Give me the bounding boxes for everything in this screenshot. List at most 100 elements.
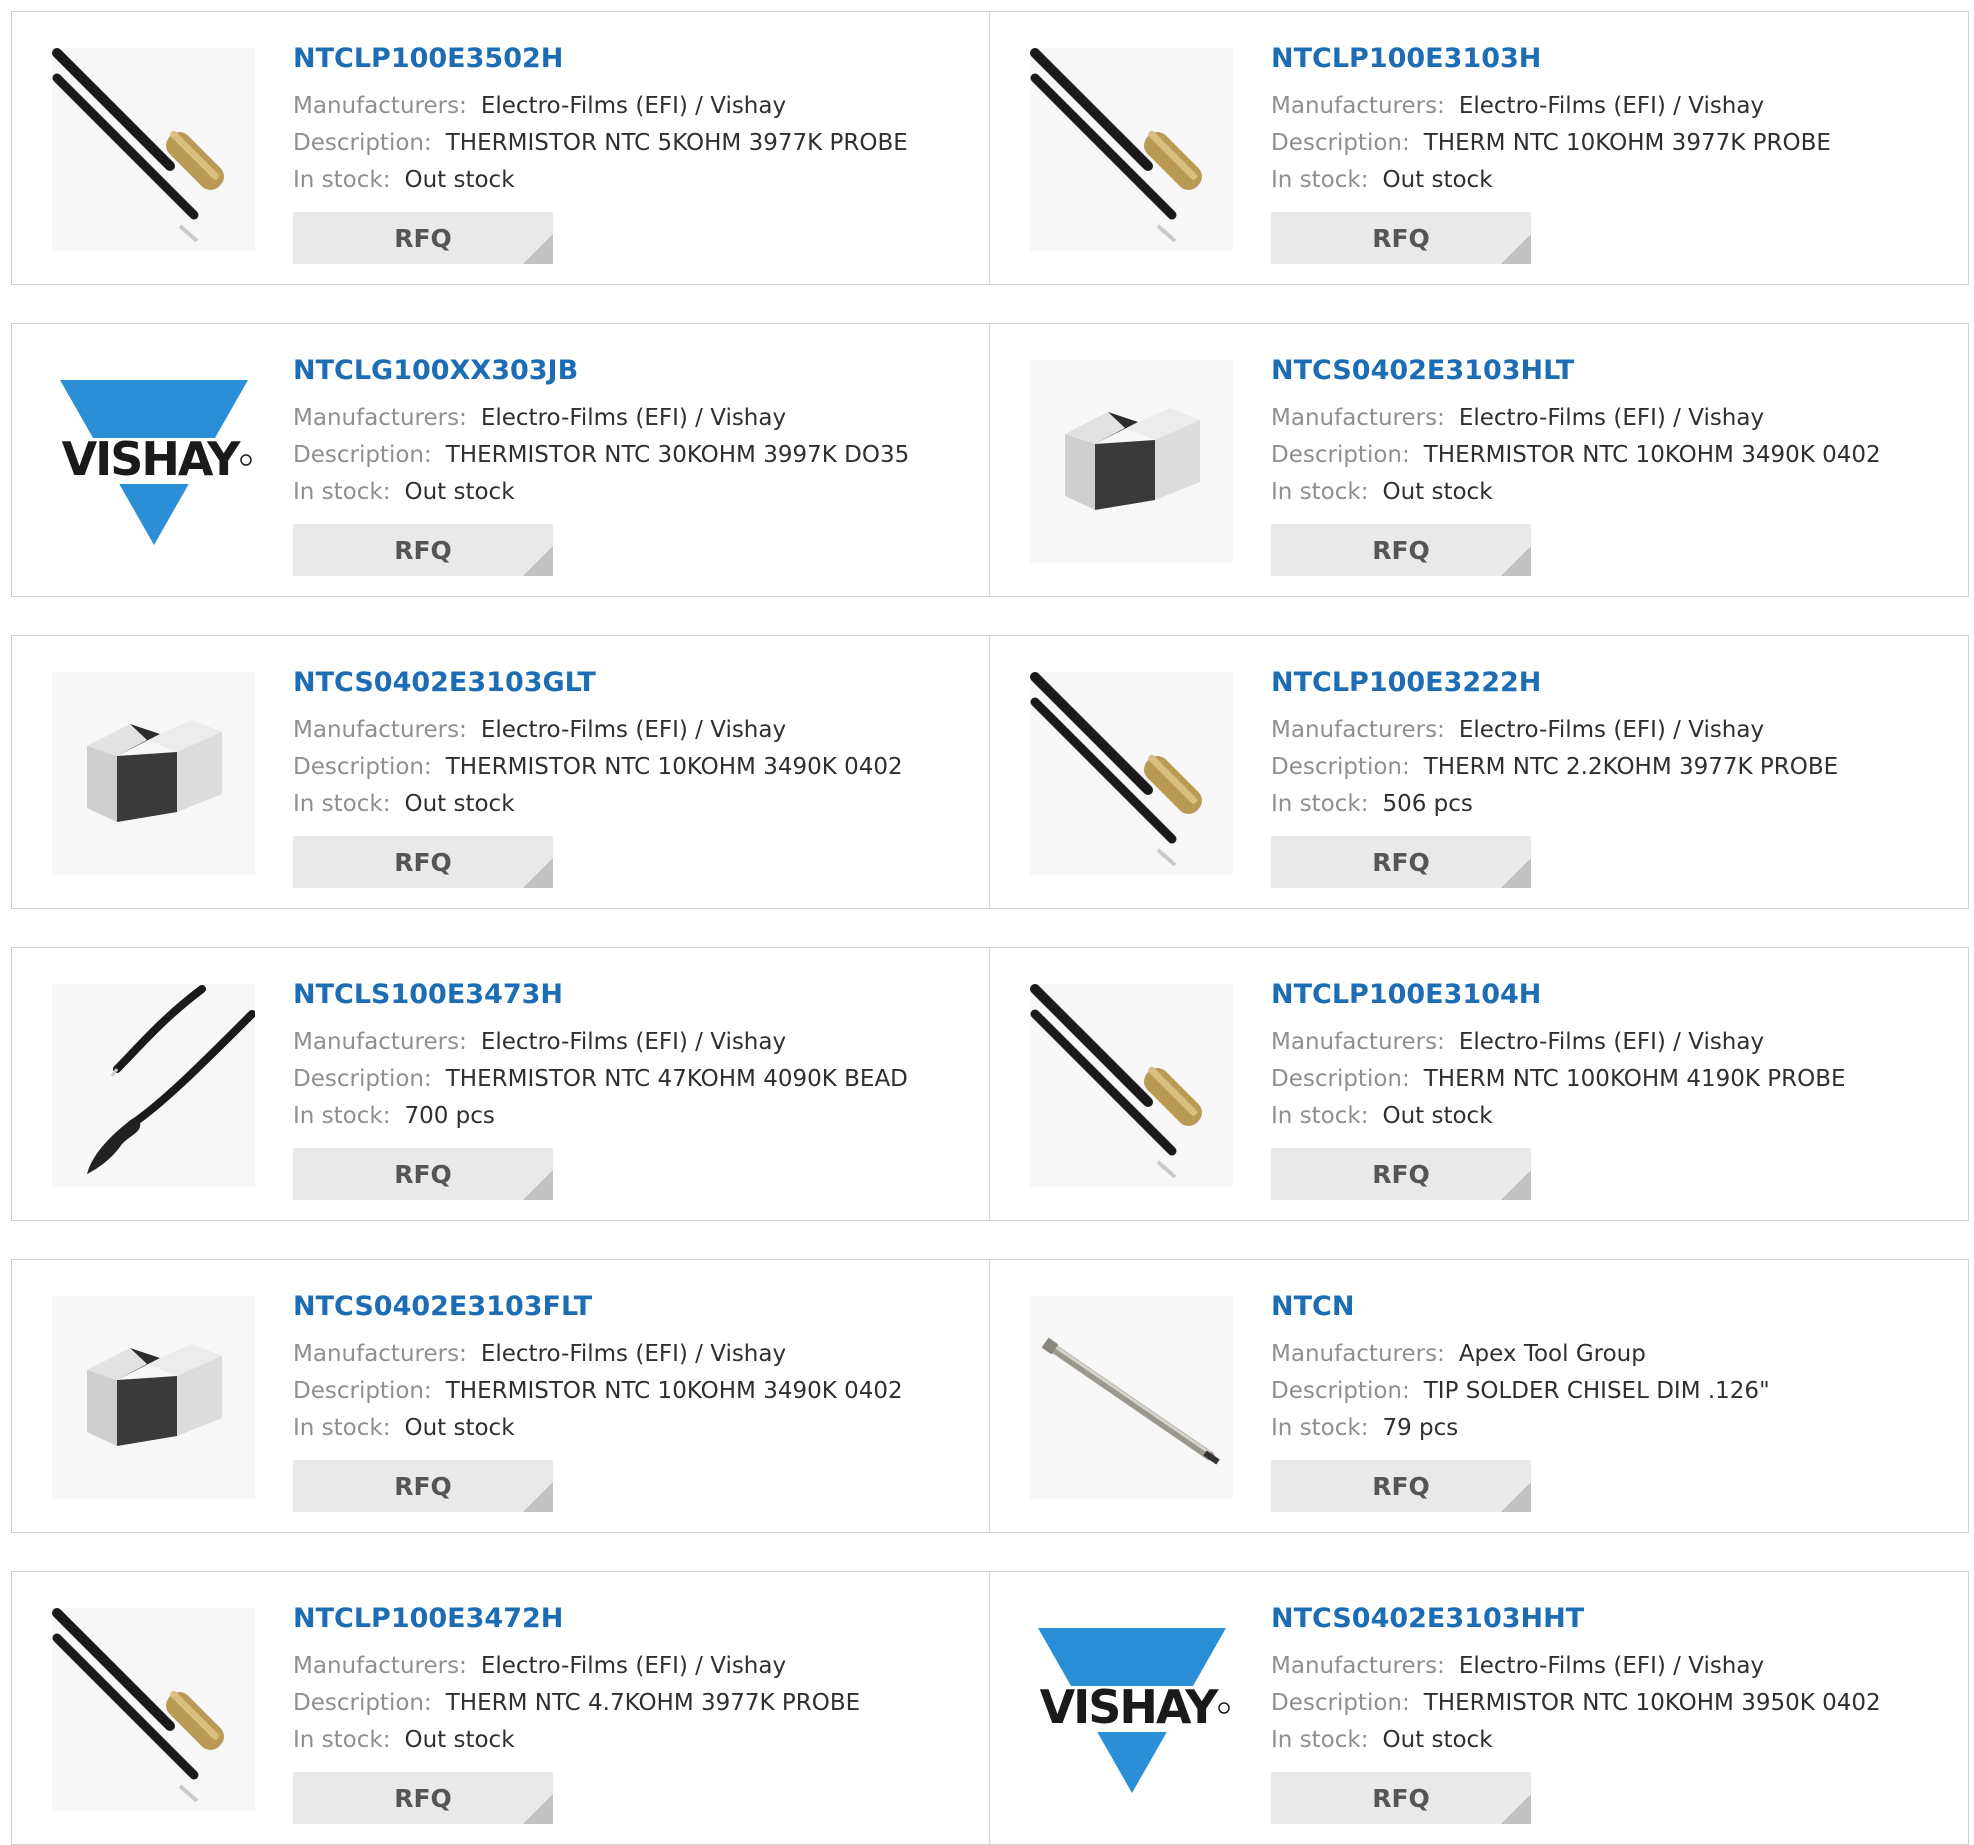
stock-value: 700 pcs — [404, 1103, 495, 1129]
stock-value: Out stock — [404, 479, 515, 505]
manufacturer-value: Electro-Films (EFI) / Vishay — [480, 1653, 787, 1679]
rfq-button[interactable]: RFQ — [1271, 1460, 1531, 1512]
product-image[interactable] — [52, 48, 255, 251]
product-info: NTCS0402E3103HLT Manufacturers: Electro-F… — [1271, 354, 1948, 511]
product-image[interactable] — [1030, 48, 1233, 251]
rfq-button[interactable]: RFQ — [1271, 836, 1531, 888]
stock-value: Out stock — [1382, 1103, 1493, 1129]
product-info: NTCS0402E3103HHT Manufacturers: Electro-F… — [1271, 1602, 1948, 1759]
stock-value: Out stock — [404, 1727, 515, 1753]
manufacturer-label: Manufacturers: — [1271, 405, 1445, 431]
manufacturer-label: Manufacturers: — [1271, 717, 1445, 743]
stock-label: In stock: — [1271, 167, 1369, 193]
description-row: Description: THERM NTC 4.7KOHM 3977K PROB… — [293, 1685, 969, 1722]
product-image[interactable]: VISHAY — [1030, 1608, 1233, 1811]
rfq-button[interactable]: RFQ — [1271, 524, 1531, 576]
rfq-button[interactable]: RFQ — [293, 1148, 553, 1200]
product-info: NTCS0402E3103FLT Manufacturers: Electro-F… — [293, 1290, 969, 1447]
stock-label: In stock: — [1271, 1727, 1369, 1753]
stock-row: In stock: 506 pcs — [1271, 786, 1948, 823]
rfq-button[interactable]: RFQ — [293, 524, 553, 576]
part-number-link[interactable]: NTCLS100E3473H — [293, 978, 969, 1012]
description-label: Description: — [1271, 442, 1410, 468]
part-number-link[interactable]: NTCS0402E3103GLT — [293, 666, 969, 700]
manufacturer-value: Electro-Films (EFI) / Vishay — [1458, 93, 1765, 119]
manufacturer-value: Electro-Films (EFI) / Vishay — [1458, 1029, 1765, 1055]
rfq-button[interactable]: RFQ — [293, 1460, 553, 1512]
stock-row: In stock: Out stock — [1271, 474, 1948, 511]
description-value: THERM NTC 4.7KOHM 3977K PROBE — [445, 1690, 861, 1716]
manufacturer-label: Manufacturers: — [1271, 1341, 1445, 1367]
part-number-link[interactable]: NTCS0402E3103HLT — [1271, 354, 1948, 388]
product-image[interactable] — [1030, 1296, 1233, 1499]
product-info: NTCS0402E3103GLT Manufacturers: Electro-F… — [293, 666, 969, 823]
product-card: VISHAY NTCS0402E3103HHT Manufacturers: El… — [990, 1571, 1969, 1845]
stock-value: 79 pcs — [1382, 1415, 1459, 1441]
description-row: Description: THERMISTOR NTC 47KOHM 4090K … — [293, 1061, 969, 1098]
product-image[interactable] — [1030, 672, 1233, 875]
rfq-button[interactable]: RFQ — [1271, 212, 1531, 264]
manufacturer-value: Electro-Films (EFI) / Vishay — [480, 405, 787, 431]
description-label: Description: — [1271, 1378, 1410, 1404]
stock-value: Out stock — [1382, 167, 1493, 193]
product-image[interactable] — [52, 1296, 255, 1499]
product-image[interactable] — [52, 1608, 255, 1811]
stock-row: In stock: Out stock — [293, 162, 969, 199]
rfq-button[interactable]: RFQ — [293, 212, 553, 264]
part-number-link[interactable]: NTCLP100E3502H — [293, 42, 969, 76]
rfq-button[interactable]: RFQ — [1271, 1772, 1531, 1824]
rfq-button[interactable]: RFQ — [1271, 1148, 1531, 1200]
probe-sensor-icon — [52, 1608, 224, 1803]
part-number-link[interactable]: NTCLP100E3104H — [1271, 978, 1948, 1012]
part-number-link[interactable]: NTCLP100E3472H — [293, 1602, 969, 1636]
solder-tip-icon — [1041, 1337, 1220, 1465]
manufacturer-label: Manufacturers: — [293, 1029, 467, 1055]
stock-row: In stock: Out stock — [293, 786, 969, 823]
part-number-link[interactable]: NTCLG100XX303JB — [293, 354, 969, 388]
description-value: THERMISTOR NTC 10KOHM 3490K 0402 — [1423, 442, 1881, 468]
stock-label: In stock: — [293, 479, 391, 505]
manufacturer-row: Manufacturers: Electro-Films (EFI) / Vish… — [1271, 1648, 1948, 1685]
rfq-button[interactable]: RFQ — [293, 836, 553, 888]
description-label: Description: — [293, 1066, 432, 1092]
product-card: NTCLS100E3473H Manufacturers: Electro-Fil… — [11, 947, 990, 1221]
vishay-logo: VISHAY — [52, 360, 255, 563]
product-info: NTCLP100E3103H Manufacturers: Electro-Fil… — [1271, 42, 1948, 199]
description-label: Description: — [1271, 130, 1410, 156]
product-card: NTCLP100E3472H Manufacturers: Electro-Fil… — [11, 1571, 990, 1845]
stock-label: In stock: — [293, 167, 391, 193]
stock-row: In stock: 79 pcs — [1271, 1410, 1948, 1447]
description-row: Description: THERM NTC 100KOHM 4190K PROB… — [1271, 1061, 1948, 1098]
product-info: NTCLP100E3222H Manufacturers: Electro-Fil… — [1271, 666, 1948, 823]
description-row: Description: THERMISTOR NTC 10KOHM 3490K … — [293, 1373, 969, 1410]
manufacturer-row: Manufacturers: Electro-Films (EFI) / Vish… — [293, 400, 969, 437]
manufacturer-label: Manufacturers: — [293, 93, 467, 119]
manufacturer-row: Manufacturers: Electro-Films (EFI) / Vish… — [293, 712, 969, 749]
stock-label: In stock: — [293, 791, 391, 817]
part-number-link[interactable]: NTCLP100E3103H — [1271, 42, 1948, 76]
manufacturer-value: Electro-Films (EFI) / Vishay — [480, 1341, 787, 1367]
probe-sensor-icon — [1030, 984, 1202, 1179]
product-image[interactable]: VISHAY — [52, 360, 255, 563]
product-image[interactable] — [1030, 360, 1233, 563]
stock-value: 506 pcs — [1382, 791, 1473, 817]
part-number-link[interactable]: NTCS0402E3103HHT — [1271, 1602, 1948, 1636]
product-info: NTCLP100E3104H Manufacturers: Electro-Fil… — [1271, 978, 1948, 1135]
stock-value: Out stock — [1382, 479, 1493, 505]
product-image[interactable] — [52, 984, 255, 1187]
part-number-link[interactable]: NTCS0402E3103FLT — [293, 1290, 969, 1324]
description-row: Description: THERMISTOR NTC 5KOHM 3977K P… — [293, 125, 969, 162]
manufacturer-value: Electro-Films (EFI) / Vishay — [480, 1029, 787, 1055]
manufacturer-label: Manufacturers: — [293, 717, 467, 743]
description-value: THERMISTOR NTC 5KOHM 3977K PROBE — [445, 130, 908, 156]
manufacturer-row: Manufacturers: Electro-Films (EFI) / Vish… — [1271, 1024, 1948, 1061]
rfq-button[interactable]: RFQ — [293, 1772, 553, 1824]
product-image[interactable] — [52, 672, 255, 875]
product-image[interactable] — [1030, 984, 1233, 1187]
product-card: VISHAY NTCLG100XX303JB Manufacturers: Ele… — [11, 323, 990, 597]
description-row: Description: THERM NTC 2.2KOHM 3977K PROB… — [1271, 749, 1948, 786]
product-card: NTCLP100E3502H Manufacturers: Electro-Fil… — [11, 11, 990, 285]
part-number-link[interactable]: NTCLP100E3222H — [1271, 666, 1948, 700]
probe-sensor-icon — [1030, 672, 1202, 867]
part-number-link[interactable]: NTCN — [1271, 1290, 1948, 1324]
